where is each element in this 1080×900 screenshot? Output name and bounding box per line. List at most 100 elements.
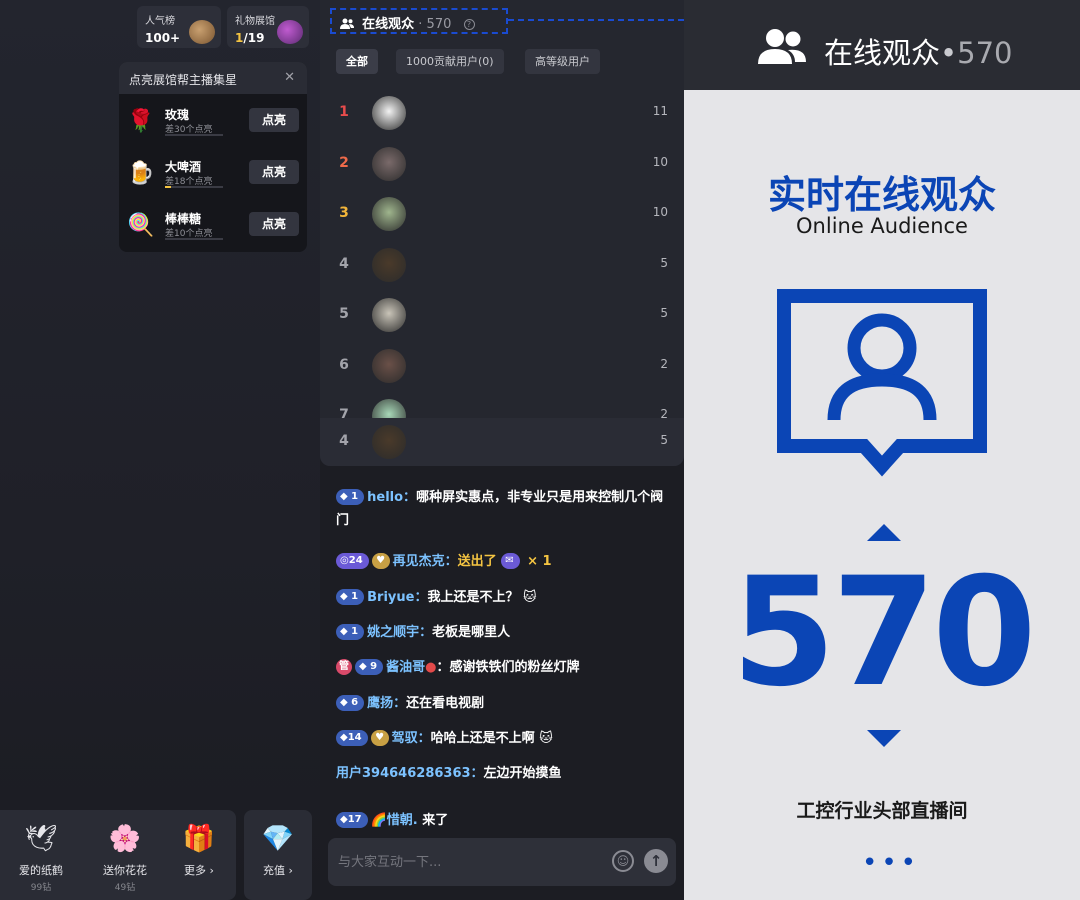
star-item-name: 棒棒糖 [165, 212, 202, 226]
gift-sticker-icon: ✉ [501, 553, 520, 569]
chat-message: ◆ 1 姚之顺宇：老板是哪里人 [336, 621, 676, 644]
chat-username[interactable]: 驾驭： [392, 731, 431, 746]
chat-message: ◆ 6 鹰扬：还在看电视剧 [336, 692, 676, 715]
audience-row[interactable]: 1 11 [320, 88, 684, 138]
cat-emoji-icon: 🐱 [523, 590, 537, 605]
chat-text: 哈哈上还是不上啊 [430, 731, 535, 746]
rank-number: 4 [339, 255, 349, 272]
fan-level-badge: ◆ 6 [336, 695, 365, 711]
star-item-lollipop: 🍭 棒棒糖 差10个点亮 点亮 [119, 198, 307, 250]
right-header-title: 在线观众•570 [824, 36, 1013, 70]
gift-hall-thumb-icon [277, 20, 303, 44]
chat-input[interactable] [338, 852, 608, 872]
avatar [372, 298, 406, 332]
chat-username[interactable]: hello： [367, 490, 416, 505]
more-label: 更多 › [184, 864, 214, 877]
heart-badge-icon: ♥ [371, 553, 390, 569]
star-panel: 点亮展馆帮主播集星 ✕ 🌹 玫瑰 差30个点亮 点亮 🍺 大啤酒 差18个点亮 … [119, 62, 307, 252]
panel-subtitle: Online Audience [796, 214, 968, 238]
rank-number: 3 [339, 205, 349, 221]
light-up-button[interactable]: 点亮 [249, 108, 299, 132]
fan-level-badge: ◆ 1 [336, 589, 365, 605]
chat-message: ◆ 1 hello：哪种屏实惠点，非专业只是用来控制几个阀门 [336, 486, 676, 532]
star-item-name: 大啤酒 [165, 160, 202, 174]
fan-level-badge: ◆ 9 [355, 659, 384, 675]
left-column: 人气榜 100+ 礼物展馆 1/19 点亮展馆帮主播集星 ✕ 🌹 玫瑰 差30个… [0, 0, 320, 900]
gift-hall-total: /19 [243, 31, 265, 45]
chat-text: 左边开始摸鱼 [483, 766, 562, 781]
gift-price: 49钻 [114, 883, 136, 893]
recharge-button[interactable]: 💎 充值 › [244, 810, 312, 900]
close-icon[interactable]: ✕ [284, 70, 295, 85]
filter-contributors[interactable]: 1000贡献用户(0) [396, 49, 504, 74]
emoji-icon[interactable]: ☺ [612, 850, 634, 872]
avatar [372, 197, 406, 231]
chat-message: 管 ◆ 9 酱油哥●：感谢铁铁们的粉丝灯牌 [336, 656, 676, 679]
chat-text: 来了 [417, 813, 449, 828]
avatar [372, 348, 406, 383]
star-panel-title: 点亮展馆帮主播集星 [129, 73, 238, 87]
filter-high-level[interactable]: 高等级用户 [525, 49, 600, 74]
panel-caption: 工控行业头部直播间 [796, 800, 968, 822]
rank-score: 10 [652, 205, 668, 219]
gift-paper-crane[interactable]: 🕊 爱的纸鹤 99钻 [6, 822, 76, 893]
light-up-button[interactable]: 点亮 [249, 212, 299, 236]
audience-row[interactable]: 2 10 [320, 139, 684, 189]
chat-username[interactable]: 鹰扬： [367, 696, 406, 711]
gift-flower[interactable]: 🌸 送你花花 49钻 [90, 822, 160, 893]
rank-number: 4 [339, 433, 349, 449]
panel-big-title: 实时在线观众 [767, 173, 996, 217]
chat-message: 用户394646286363：左边开始摸鱼 [336, 762, 676, 785]
chat-username[interactable]: 姚之顺宇： [367, 625, 432, 640]
chat-input-box: ☺ ↑ [328, 838, 676, 886]
screen-user-icon [777, 289, 987, 477]
users-icon [340, 18, 354, 29]
audience-count: · 570 [418, 17, 452, 32]
filter-all[interactable]: 全部 [336, 49, 378, 74]
avatar [372, 247, 406, 282]
my-rank-inner: 4 5 [320, 417, 684, 466]
fan-level-badge: ◆ 1 [336, 489, 365, 505]
chat-username[interactable]: 用户394646286363： [336, 766, 484, 781]
gift-label: 爱的纸鹤 [19, 864, 63, 877]
avatar [372, 425, 406, 459]
lantern-icon: ● [425, 660, 437, 675]
cat-emoji-icon: 🐱 [539, 731, 553, 746]
fan-level-badge: ◆14 [336, 730, 368, 746]
gift-price: 99钻 [30, 883, 52, 893]
more-gifts-button[interactable]: 🎁 更多 › [164, 822, 234, 878]
audience-row[interactable]: 62 [320, 341, 684, 391]
audience-row[interactable]: 45 [320, 240, 684, 290]
manager-badge-icon: 管 [336, 659, 352, 675]
send-icon[interactable]: ↑ [644, 849, 668, 873]
chat-message: ◆14 ♥ 驾驭：哈哈上还是不上啊 🐱 [336, 727, 676, 750]
audience-panel: 在线观众 · 570 ? 全部 1000贡献用户(0) 高等级用户 1 11 2 10… [320, 0, 684, 466]
avatar [372, 146, 406, 181]
chat-message: ◎24 ♥ 再见杰克：送出了 ✉ × 1 [336, 550, 676, 573]
my-rank-row[interactable]: 4 5 [320, 418, 684, 466]
avatar [372, 96, 406, 130]
rank-score: 5 [660, 255, 668, 270]
recharge-item: 💎 充值 › [243, 822, 313, 878]
popularity-card[interactable]: 人气榜 100+ [137, 6, 221, 48]
recharge-label: 充值 › [263, 864, 293, 877]
gift-hall-card[interactable]: 礼物展馆 1/19 [227, 6, 309, 48]
audience-row[interactable]: 3 10 [320, 189, 684, 239]
flower-icon: 🌸 [108, 824, 142, 854]
audience-row[interactable]: 55 [320, 290, 684, 340]
chat-text: 我上还是不上？ [427, 590, 519, 605]
light-up-button[interactable]: 点亮 [249, 160, 299, 184]
chat-message: ◆17 🌈惜朝. 来了 [336, 809, 676, 832]
chat-text: 老板是哪里人 [432, 625, 511, 640]
star-item-rose: 🌹 玫瑰 差30个点亮 点亮 [119, 94, 307, 146]
chat-username[interactable]: 酱油哥 [386, 660, 425, 675]
rank-number: 2 [339, 154, 349, 171]
fan-level-badge: ◆17 [336, 812, 368, 828]
popularity-thumb-icon [189, 20, 215, 44]
annotation-dashed-line [508, 19, 684, 21]
help-icon[interactable]: ? [463, 19, 475, 30]
triangle-up-icon [867, 524, 901, 541]
chat-username[interactable]: 再见杰克： [393, 554, 458, 569]
chat-username[interactable]: Briyue： [367, 590, 427, 605]
chat-username[interactable]: 🌈惜朝. [371, 813, 418, 828]
